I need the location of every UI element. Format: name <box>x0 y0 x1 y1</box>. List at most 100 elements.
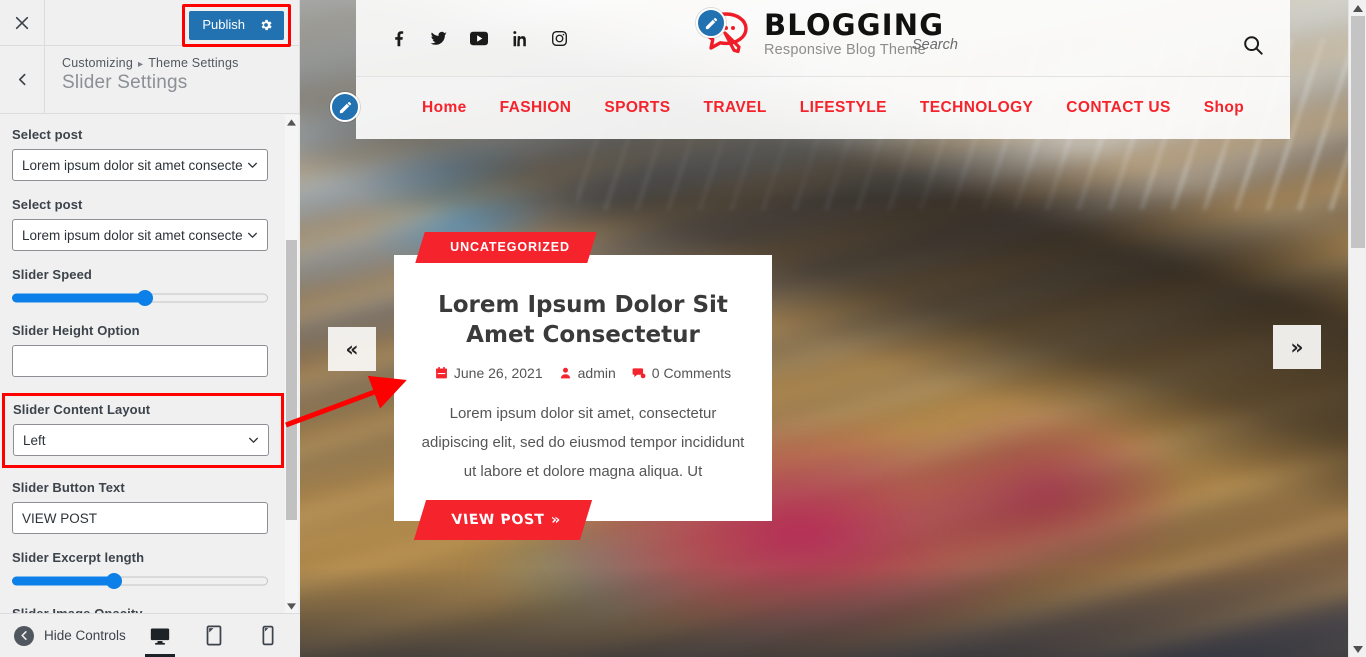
slide-meta: June 26, 2021 admin 0 Comments <box>416 365 750 381</box>
slide-date-label: June 26, 2021 <box>453 364 543 381</box>
breadcrumb-parent[interactable]: Customizing <box>62 56 133 70</box>
control-select-post-1: Select post Lorem ipsum dolor sit amet c… <box>12 127 286 181</box>
control-label: Slider Button Text <box>12 480 125 495</box>
scroll-down-arrow-icon[interactable] <box>285 599 298 613</box>
scroll-up-arrow-icon[interactable] <box>1349 0 1366 16</box>
scrollbar-thumb[interactable] <box>286 240 297 520</box>
hide-controls-label: Hide Controls <box>44 628 126 643</box>
tablet-preview-button[interactable] <box>200 621 228 651</box>
nav-item-shop[interactable]: Shop <box>1204 99 1244 117</box>
search-input[interactable] <box>912 37 1092 53</box>
device-preview-switcher <box>145 621 300 657</box>
search-icon[interactable] <box>1242 34 1264 56</box>
select-post-1-value: Lorem ipsum dolor sit amet consecte <box>22 157 243 173</box>
edit-pencil-nav[interactable] <box>330 92 360 122</box>
customizer-header: Publish <box>0 0 299 48</box>
breadcrumb-separator: ▸ <box>137 59 144 70</box>
slider-excerpt-length-range[interactable] <box>12 572 268 590</box>
select-post-2-value: Lorem ipsum dolor sit amet consecte <box>22 227 243 243</box>
nav-item-home[interactable]: Home <box>422 99 467 117</box>
twitter-icon[interactable] <box>430 29 448 47</box>
slider-height-input[interactable] <box>12 345 268 377</box>
slider-prev-button[interactable]: « <box>328 327 376 371</box>
site-header: BLOGGING Responsive Blog Theme <box>356 0 1290 76</box>
chevron-down-icon <box>247 434 260 447</box>
customizer-section-header: Customizing ▸ Theme Settings Slider Settin… <box>0 46 299 114</box>
control-slider-content-layout: Slider Content Layout Left <box>2 393 284 468</box>
instagram-icon[interactable] <box>550 29 568 47</box>
select-post-1-dropdown[interactable]: Lorem ipsum dolor sit amet consecte <box>12 149 268 181</box>
control-label: Slider Speed <box>12 267 92 282</box>
screen: BLOGGING Responsive Blog Theme Home FASH… <box>0 0 1366 657</box>
youtube-icon[interactable] <box>470 29 488 47</box>
chevron-down-icon <box>246 229 259 242</box>
nav-item-travel[interactable]: TRAVEL <box>704 99 767 117</box>
site-branding: BLOGGING Responsive Blog Theme <box>696 8 944 60</box>
range-thumb[interactable] <box>137 290 154 306</box>
customizer-scrollbar[interactable] <box>285 115 298 613</box>
control-label: Slider Content Layout <box>13 402 151 417</box>
view-post-label: VIEW POST » <box>449 512 563 528</box>
scroll-down-arrow-icon[interactable] <box>1349 641 1366 657</box>
slide-author-label: admin <box>577 364 616 381</box>
close-icon[interactable] <box>0 0 45 45</box>
nav-item-sports[interactable]: SPORTS <box>604 99 670 117</box>
range-thumb[interactable] <box>106 573 123 589</box>
control-slider-speed: Slider Speed <box>12 267 286 307</box>
desktop-preview-button[interactable] <box>145 621 175 657</box>
customizer-controls: Select post Lorem ipsum dolor sit amet c… <box>0 115 300 613</box>
control-label: Slider Image Opacity <box>12 606 286 613</box>
slide-author: admin <box>559 365 616 381</box>
nav-item-lifestyle[interactable]: LIFESTYLE <box>800 99 887 117</box>
slide-title: Lorem Ipsum Dolor Sit Amet Consectetur <box>438 292 728 348</box>
slide-content-card: Lorem Ipsum Dolor Sit Amet Consectetur J… <box>394 255 772 521</box>
publish-button[interactable]: Publish <box>189 11 284 41</box>
browser-scrollbar-thumb[interactable] <box>1351 16 1365 248</box>
control-label: Select post <box>12 127 83 142</box>
social-links <box>390 29 568 47</box>
control-label: Select post <box>12 197 83 212</box>
comment-icon <box>632 366 646 380</box>
back-button[interactable] <box>0 46 45 113</box>
slide-comments-label: 0 Comments <box>651 364 732 381</box>
control-slider-button-text: Slider Button Text <box>12 480 286 534</box>
slider-button-text-input[interactable] <box>12 502 268 534</box>
control-slider-excerpt-length: Slider Excerpt length <box>12 550 286 590</box>
publish-label: Publish <box>202 17 245 32</box>
site-preview-frame: BLOGGING Responsive Blog Theme Home FASH… <box>300 0 1366 657</box>
hide-controls-button[interactable]: Hide Controls <box>0 625 126 646</box>
customizer-sidebar: Publish Customizing ▸ Theme Settings Slide… <box>0 0 300 657</box>
primary-navigation: Home FASHION SPORTS TRAVEL LIFESTYLE TEC… <box>356 76 1290 139</box>
linkedin-icon[interactable] <box>510 29 528 47</box>
mobile-preview-button[interactable] <box>254 621 282 651</box>
select-post-2-dropdown[interactable]: Lorem ipsum dolor sit amet consecte <box>12 219 268 251</box>
view-post-button[interactable]: VIEW POST » <box>413 500 593 540</box>
control-label: Slider Excerpt length <box>12 550 145 565</box>
nav-list: Home FASHION SPORTS TRAVEL LIFESTYLE TEC… <box>422 99 1244 117</box>
facebook-icon[interactable] <box>390 29 408 47</box>
slider-speed-range[interactable] <box>12 289 268 307</box>
nav-item-fashion[interactable]: FASHION <box>500 99 572 117</box>
publish-highlight-box: Publish <box>182 4 291 48</box>
edit-pencil-header[interactable] <box>696 8 726 38</box>
browser-scrollbar[interactable] <box>1348 0 1366 657</box>
page-title: Slider Settings <box>62 72 188 93</box>
chevron-left-circle-icon <box>14 625 34 646</box>
breadcrumb-current[interactable]: Theme Settings <box>148 56 238 70</box>
customizer-footer: Hide Controls <box>0 613 300 657</box>
gear-icon[interactable] <box>259 18 273 32</box>
control-slider-height-option: Slider Height Option <box>12 323 286 377</box>
control-label: Slider Height Option <box>12 323 140 338</box>
nav-item-contact-us[interactable]: CONTACT US <box>1066 99 1170 117</box>
slide-category-badge[interactable]: UNCATEGORIZED <box>415 232 597 263</box>
chevron-down-icon <box>246 159 259 172</box>
nav-item-technology[interactable]: TECHNOLOGY <box>920 99 1033 117</box>
control-slider-image-opacity: Slider Image Opacity <box>12 606 286 613</box>
scroll-up-arrow-icon[interactable] <box>285 115 298 129</box>
slider-next-button[interactable]: » <box>1273 325 1321 369</box>
slide-excerpt: Lorem ipsum dolor sit amet, consectetur … <box>421 404 745 481</box>
breadcrumb: Customizing ▸ Theme Settings <box>62 56 239 70</box>
control-select-post-2: Select post Lorem ipsum dolor sit amet c… <box>12 197 286 251</box>
slider-content-layout-dropdown[interactable]: Left <box>13 424 269 456</box>
calendar-icon <box>435 366 448 380</box>
